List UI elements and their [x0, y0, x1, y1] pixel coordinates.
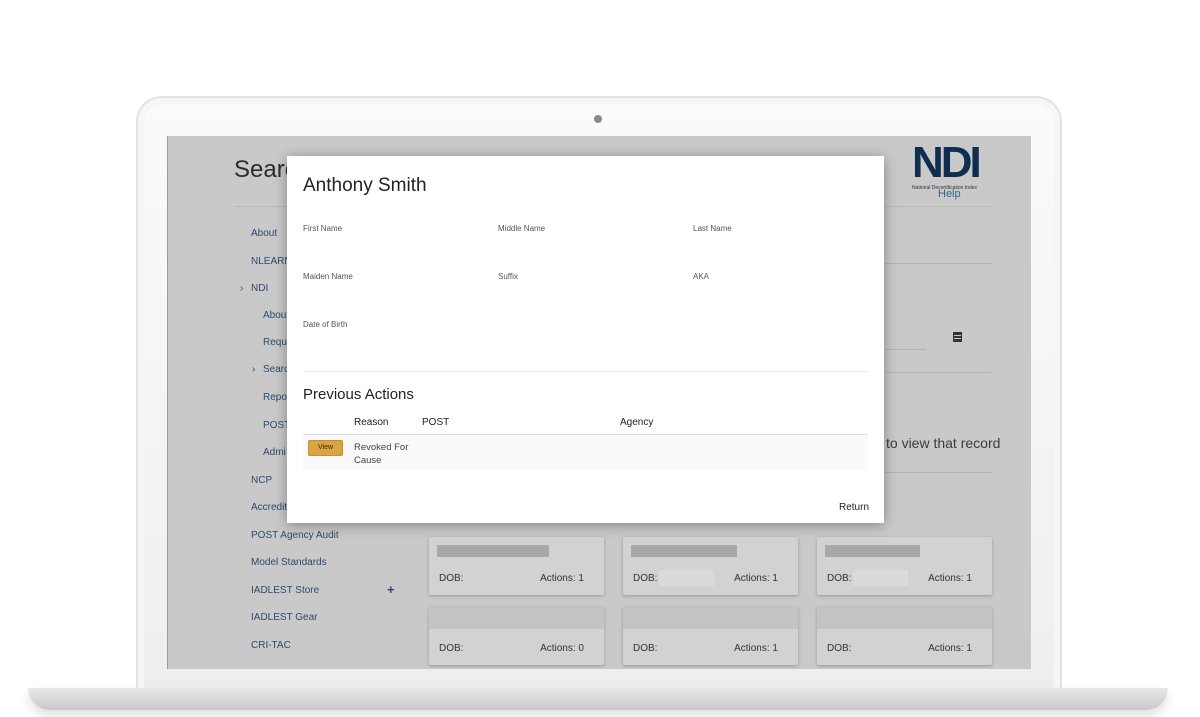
card-header: [429, 607, 604, 629]
modal-divider: [303, 371, 868, 372]
column-header-agency: Agency: [620, 417, 654, 428]
table-row: View Revoked For Cause: [303, 435, 868, 471]
nav-item-ndi[interactable]: NDI: [251, 283, 268, 294]
card-actions-count: Actions: 0: [540, 643, 584, 654]
redacted-dob: [853, 570, 908, 586]
first-name-label: First Name: [303, 224, 343, 233]
card-dob-label: DOB:: [827, 643, 852, 654]
nav-item-nlearn[interactable]: NLEARN: [251, 256, 292, 267]
column-header-reason: Reason: [354, 417, 389, 428]
result-card[interactable]: DOB: Actions: 1: [429, 537, 604, 595]
plus-icon[interactable]: +: [387, 582, 395, 597]
card-dob-label: DOB:: [633, 573, 658, 584]
last-name-label: Last Name: [693, 224, 732, 233]
aka-label: AKA: [693, 272, 710, 281]
card-actions-count: Actions: 1: [734, 643, 778, 654]
nav-item-search[interactable]: Searc: [263, 364, 289, 375]
card-dob-label: DOB:: [827, 573, 852, 584]
divider: [885, 372, 991, 373]
nav-item-ncp[interactable]: NCP: [251, 475, 272, 486]
result-card[interactable]: DOB: Actions: 1: [817, 537, 992, 595]
modal-title: Anthony Smith: [303, 175, 427, 196]
redacted-name: [825, 545, 920, 557]
nav-item-admin[interactable]: Admi: [263, 447, 286, 458]
card-actions-count: Actions: 1: [928, 573, 972, 584]
card-header: [623, 607, 798, 629]
chevron-right-icon: ›: [240, 283, 244, 294]
input-underline: [885, 263, 991, 264]
nav-item-post-agency-audit[interactable]: POST Agency Audit: [251, 530, 339, 541]
suffix-label: Suffix: [498, 272, 518, 281]
record-modal: Anthony Smith First Name Middle Name Las…: [287, 156, 884, 523]
nav-item-ndi-about[interactable]: About: [263, 310, 289, 321]
result-card[interactable]: DOB: Actions: 0: [429, 607, 604, 665]
card-actions-count: Actions: 1: [540, 573, 584, 584]
maiden-name-label: Maiden Name: [303, 272, 353, 281]
result-card[interactable]: DOB: Actions: 1: [623, 537, 798, 595]
card-dob-label: DOB:: [439, 573, 464, 584]
chevron-right-icon: ›: [252, 364, 256, 375]
middle-name-label: Middle Name: [498, 224, 546, 233]
card-actions-count: Actions: 1: [734, 573, 778, 584]
nav-item-model-standards[interactable]: Model Standards: [251, 557, 327, 568]
input-underline: [885, 349, 926, 350]
redacted-name: [631, 545, 737, 557]
view-button[interactable]: View: [308, 440, 343, 456]
card-dob-label: DOB:: [439, 643, 464, 654]
nav-item-cri-tac[interactable]: CRI-TAC: [251, 640, 291, 651]
divider: [885, 472, 991, 473]
ndi-logo[interactable]: NDI National Decertification Index: [912, 141, 992, 193]
date-of-birth-label: Date of Birth: [303, 320, 348, 329]
card-actions-count: Actions: 1: [928, 643, 972, 654]
redacted-name: [437, 545, 549, 557]
redacted-dob: [659, 570, 714, 586]
result-card[interactable]: DOB: Actions: 1: [623, 607, 798, 665]
camera-icon: [594, 115, 602, 123]
nav-item-accreditation[interactable]: Accredit: [251, 502, 287, 513]
reason-cell: Revoked For Cause: [354, 442, 409, 466]
previous-actions-title: Previous Actions: [303, 386, 414, 403]
help-link[interactable]: Help: [938, 188, 961, 200]
column-header-post: POST: [422, 417, 450, 428]
result-card[interactable]: DOB: Actions: 1: [817, 607, 992, 665]
instruction-text: to view that record: [886, 435, 1001, 451]
laptop-base: [28, 688, 1168, 710]
nav-item-about[interactable]: About: [251, 228, 277, 239]
nav-item-iadlest-store[interactable]: IADLEST Store: [251, 585, 319, 596]
return-button[interactable]: Return: [839, 502, 869, 513]
card-header: [817, 607, 992, 629]
nav-item-iadlest-gear[interactable]: IADLEST Gear: [251, 612, 318, 623]
card-dob-label: DOB:: [633, 643, 658, 654]
calendar-icon[interactable]: [953, 332, 962, 342]
logo-text: NDI: [912, 138, 982, 187]
